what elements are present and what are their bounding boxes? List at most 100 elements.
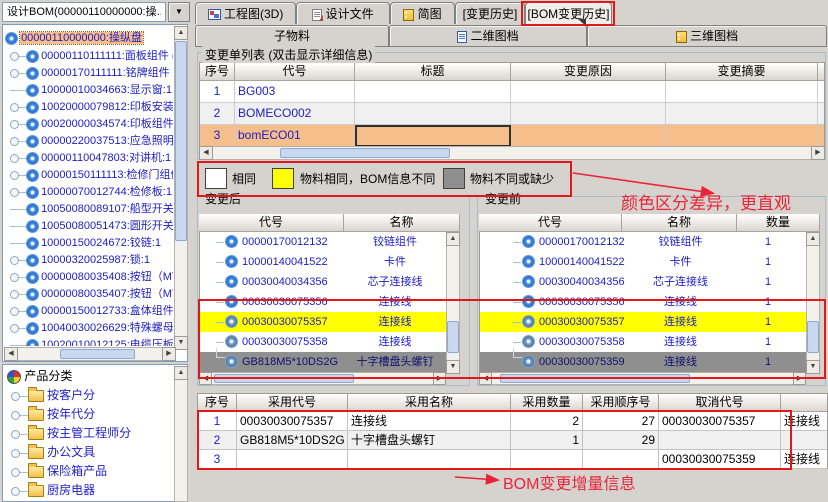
cell-adopt-name[interactable] (348, 450, 511, 469)
cell-reason[interactable] (511, 125, 666, 147)
bom-tree-item[interactable]: 10000070012744:检修板:1 (10, 184, 172, 200)
expand-icon[interactable] (11, 411, 20, 420)
compare-row-bom-diff[interactable]: 00030030075357连接线1 (480, 312, 806, 332)
tab-bom-change-history[interactable]: [BOM变更历史] (525, 2, 612, 26)
cell-cancel-name[interactable]: 连接线 (781, 450, 827, 469)
table-row[interactable]: 300030030075359连接线 (198, 450, 827, 469)
cell-code[interactable]: BG003 (235, 81, 355, 103)
scroll-left-button[interactable]: ◀ (4, 347, 18, 361)
expand-icon[interactable] (10, 273, 19, 282)
change-order-horizontal-scrollbar[interactable]: ◀ ▶ (199, 146, 825, 160)
table-row[interactable]: 2BOMECO002 (200, 103, 824, 125)
compare-row[interactable]: 00030030075356连接线1 (480, 292, 806, 312)
bom-tree-item[interactable]: 10020000079812:印板安装架 (10, 99, 173, 115)
col-header[interactable]: 代号 (235, 63, 355, 81)
col-header[interactable]: 序号 (200, 63, 235, 81)
catalog-item[interactable]: 厨房电器 (11, 482, 95, 498)
cell-code[interactable]: BOMECO002 (235, 103, 355, 125)
scroll-thumb[interactable] (807, 321, 819, 353)
bom-tree-item[interactable]: 10050080051473:圆形开关:1 (10, 218, 173, 234)
compare-before-vertical-scrollbar[interactable]: ▲ ▼ (806, 232, 820, 372)
compare-row[interactable]: 00030040034356芯子连接线1 (480, 272, 806, 292)
expand-icon[interactable] (10, 256, 19, 265)
col-header[interactable]: 采用代号 (237, 394, 348, 412)
expand-icon[interactable] (10, 120, 19, 129)
expand-icon[interactable] (10, 307, 19, 316)
scroll-thumb[interactable] (60, 349, 135, 359)
cell-seq[interactable]: 3 (200, 125, 235, 147)
table-row[interactable]: 1BG003 (200, 81, 824, 103)
compare-before-horizontal-scrollbar[interactable]: ◀ ▶ (479, 372, 806, 385)
expand-icon[interactable] (10, 137, 19, 146)
compare-row-bom-diff[interactable]: 00030030075357连接线 (200, 312, 446, 332)
col-header[interactable] (781, 394, 827, 412)
scroll-thumb[interactable] (214, 374, 354, 383)
catalog-vertical-scrollbar[interactable]: ▲ (174, 366, 188, 502)
bom-tree-item[interactable]: 10020010012125:电缆压板:1 (10, 337, 173, 346)
scroll-up-button[interactable]: ▲ (446, 232, 460, 246)
cell-cancel-name[interactable] (781, 431, 827, 450)
bom-tree-item[interactable]: 10000010034663:显示窗:1 (10, 82, 172, 98)
product-catalog-header[interactable]: 产品分类 (7, 368, 72, 384)
bom-tree-item[interactable]: 00020000034574:印板组件:1 (10, 116, 173, 132)
scroll-down-button[interactable]: ▼ (806, 360, 820, 374)
col-header[interactable]: 变更摘要 (666, 63, 818, 81)
scroll-thumb[interactable] (447, 321, 459, 353)
bom-tree-item[interactable]: 00000110047803:对讲机:1 (10, 150, 171, 166)
cell-summary[interactable] (666, 103, 818, 125)
table-row[interactable]: 2GB818M5*10DS2G十字槽盘头螺钉129 (198, 431, 827, 450)
scroll-thumb[interactable] (500, 374, 690, 383)
compare-row[interactable]: 00030040034356芯子连接线 (200, 272, 446, 292)
compare-row-missing[interactable]: GB818M5*10DS2G十字槽盘头螺钉 (200, 352, 446, 372)
scroll-right-button[interactable]: ▶ (433, 372, 446, 385)
pane-splitter[interactable] (190, 0, 195, 502)
cell-adopt-qty[interactable]: 1 (511, 431, 583, 450)
scroll-left-button[interactable]: ◀ (199, 146, 213, 160)
scroll-right-button[interactable]: ▶ (793, 372, 806, 385)
cell-reason[interactable] (511, 103, 666, 125)
cell-adopt-order[interactable] (583, 450, 659, 469)
compare-row[interactable]: 10000140041522卡件 (200, 252, 446, 272)
tree-horizontal-scrollbar[interactable]: ◀ ▶ (4, 347, 174, 361)
catalog-item[interactable]: 按主管工程师分 (11, 425, 131, 441)
catalog-item[interactable]: 按年代分 (11, 406, 95, 422)
cell-title[interactable] (355, 103, 511, 125)
compare-after-horizontal-scrollbar[interactable]: ◀ ▶ (199, 372, 446, 385)
bom-tree-item[interactable]: 00000110111111:面板组件 ( (10, 48, 173, 64)
bom-tree-item[interactable]: 00000170111111:铭牌组件 ( (10, 65, 173, 81)
scroll-up-button[interactable]: ▲ (806, 232, 820, 246)
tab-sketch[interactable]: 简图 (390, 2, 455, 24)
cell-adopt-qty[interactable] (511, 450, 583, 469)
tab-engineering-drawing-3d[interactable]: 工程图(3D) (195, 2, 296, 24)
expand-icon[interactable] (11, 430, 20, 439)
scroll-left-button[interactable]: ◀ (479, 372, 492, 385)
compare-row[interactable]: 00030030075358连接线1 (480, 332, 806, 352)
cell-seq[interactable]: 2 (198, 431, 237, 450)
subtab-3d-drawings[interactable]: 三维图档 (587, 25, 827, 47)
subtab-child-materials[interactable]: 子物料 (195, 25, 389, 47)
cell-cancel-code[interactable] (659, 431, 781, 450)
scroll-up-button[interactable]: ▲ (174, 26, 188, 40)
scroll-down-button[interactable]: ▼ (446, 360, 460, 374)
expand-icon[interactable] (11, 468, 20, 477)
scroll-down-button[interactable]: ▼ (174, 336, 188, 350)
cell-summary[interactable] (666, 125, 818, 147)
col-header[interactable]: 采用顺序号 (583, 394, 659, 412)
cell-cancel-code[interactable]: 00030030075357 (659, 412, 781, 431)
catalog-item[interactable]: 保险箱产品 (11, 463, 107, 479)
bom-tree-item[interactable]: 10050080089107:船型开关:1 (10, 201, 173, 217)
expand-icon[interactable] (10, 290, 19, 299)
expand-icon[interactable] (10, 103, 19, 112)
expand-icon[interactable] (10, 69, 19, 78)
cell-seq[interactable]: 2 (200, 103, 235, 125)
compare-after-vertical-scrollbar[interactable]: ▲ ▼ (446, 232, 460, 372)
cell-code[interactable]: bomECO01 (235, 125, 355, 147)
bom-tree-item[interactable]: 00000150012733:盒体组件:1 (10, 303, 173, 319)
bom-tree-item[interactable]: 00000080035407:按钮（MT (10, 286, 173, 302)
col-header[interactable]: 变更原因 (511, 63, 666, 81)
col-header[interactable]: 名称 (344, 214, 460, 232)
expand-icon[interactable] (10, 324, 19, 333)
cell-seq[interactable]: 1 (200, 81, 235, 103)
cell-seq[interactable]: 1 (198, 412, 237, 431)
col-header[interactable]: 采用数量 (511, 394, 583, 412)
